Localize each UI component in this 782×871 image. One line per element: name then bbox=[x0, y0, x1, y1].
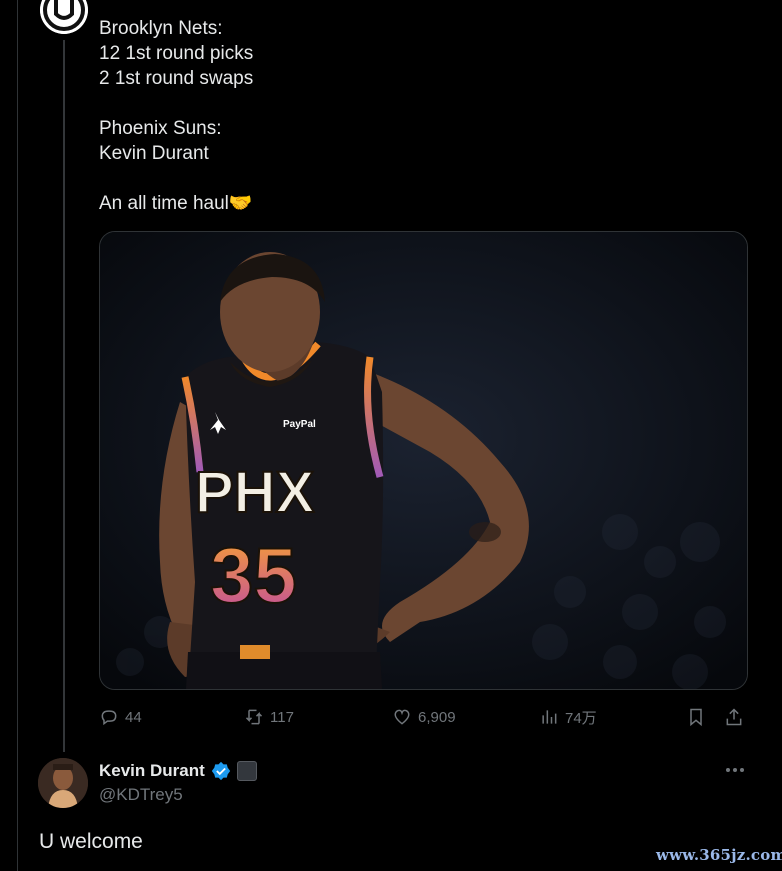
retweet-icon bbox=[245, 709, 263, 725]
tweet-text: Brooklyn Nets: 12 1st round picks 2 1st … bbox=[99, 18, 254, 214]
reply-count: 44 bbox=[125, 708, 142, 726]
like-button[interactable]: 6,909 bbox=[392, 703, 456, 731]
thread-connector-line bbox=[63, 40, 65, 752]
bookmark-icon bbox=[690, 708, 702, 727]
retweet-button[interactable]: 117 bbox=[244, 703, 294, 731]
verified-badge-icon bbox=[211, 761, 230, 781]
more-dot-icon bbox=[740, 768, 744, 772]
bookmark-button[interactable] bbox=[686, 703, 706, 731]
reply-text: U welcome bbox=[39, 830, 143, 853]
views-button[interactable]: 74万 bbox=[539, 703, 597, 731]
views-count: 74万 bbox=[565, 709, 597, 727]
jersey-number-text: 35 bbox=[210, 531, 297, 619]
more-dot-icon bbox=[726, 768, 730, 772]
like-count: 6,909 bbox=[418, 708, 456, 726]
watermark: www.365jz.com bbox=[656, 846, 782, 864]
tweet-action-bar: 44 117 6,909 74万 bbox=[99, 703, 749, 731]
timeline-border bbox=[17, 0, 18, 871]
display-name[interactable]: Kevin Durant bbox=[99, 761, 205, 781]
share-button[interactable] bbox=[724, 703, 744, 731]
more-options-button[interactable] bbox=[722, 760, 748, 780]
more-dot-icon bbox=[733, 768, 737, 772]
reply-icon bbox=[101, 710, 117, 726]
author-avatar[interactable] bbox=[40, 0, 88, 34]
analytics-icon bbox=[542, 710, 557, 724]
affiliate-badge-icon bbox=[236, 761, 257, 781]
heart-icon bbox=[394, 709, 410, 725]
retweet-count: 117 bbox=[270, 708, 294, 726]
reply-author-avatar[interactable] bbox=[38, 758, 88, 808]
tweet-media-image[interactable]: PHX 35 PayPal bbox=[99, 231, 748, 690]
jersey-team-text: PHX bbox=[195, 460, 315, 525]
jersey-sponsor-text: PayPal bbox=[283, 419, 316, 430]
user-handle[interactable]: @KDTrey5 bbox=[99, 785, 183, 805]
reply-author-name-row: Kevin Durant bbox=[99, 759, 257, 783]
share-icon bbox=[726, 708, 742, 726]
reply-button[interactable]: 44 bbox=[99, 703, 142, 731]
